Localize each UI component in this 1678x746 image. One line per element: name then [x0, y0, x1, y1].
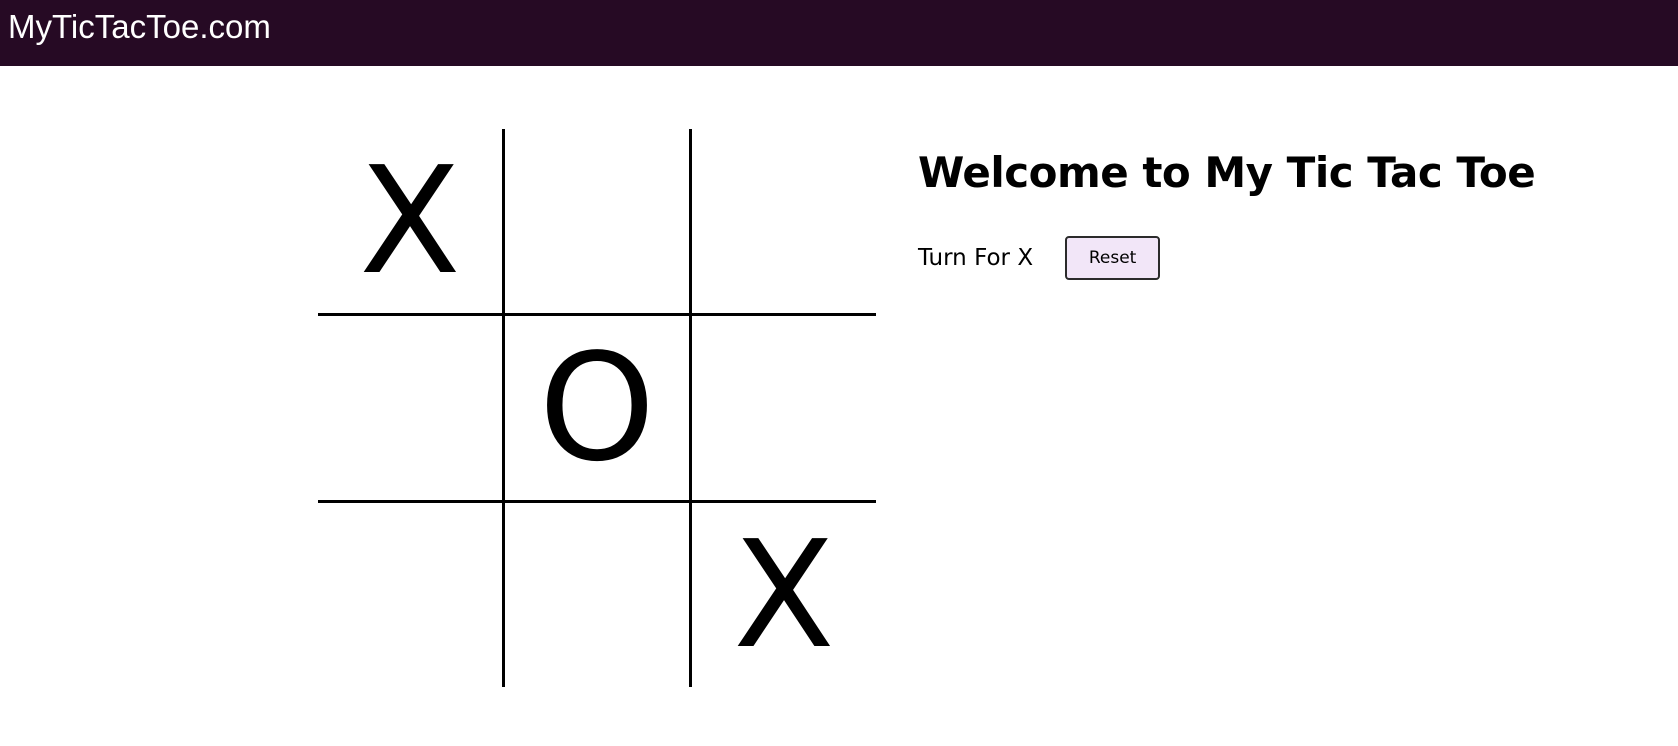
page-title: Welcome to My Tic Tac Toe	[918, 148, 1536, 197]
game-info-panel: Welcome to My Tic Tac Toe Turn For X Res…	[918, 145, 1536, 280]
grid-line-vertical-2	[689, 129, 692, 687]
brand-link[interactable]: MyTicTacToe.com	[8, 6, 271, 48]
board-cell-4[interactable]	[318, 316, 502, 500]
grid-line-vertical-1	[502, 129, 505, 687]
grid-line-horizontal-1	[318, 313, 876, 316]
status-row: Turn For X Reset	[918, 236, 1161, 280]
game-board: X O X	[318, 129, 876, 687]
board-cell-1[interactable]: X	[318, 129, 502, 313]
board-cell-3[interactable]	[692, 129, 876, 313]
board-cell-6[interactable]	[692, 316, 876, 500]
board-cell-7[interactable]	[318, 503, 502, 687]
reset-button[interactable]: Reset	[1065, 236, 1161, 280]
grid-line-horizontal-2	[318, 500, 876, 503]
board-cell-2[interactable]	[505, 129, 689, 313]
board-cell-8[interactable]	[505, 503, 689, 687]
board-cell-9[interactable]: X	[692, 503, 876, 687]
turn-indicator: Turn For X	[918, 245, 1034, 271]
board-cell-5[interactable]: O	[505, 316, 689, 500]
top-navbar: MyTicTacToe.com	[0, 0, 1678, 66]
